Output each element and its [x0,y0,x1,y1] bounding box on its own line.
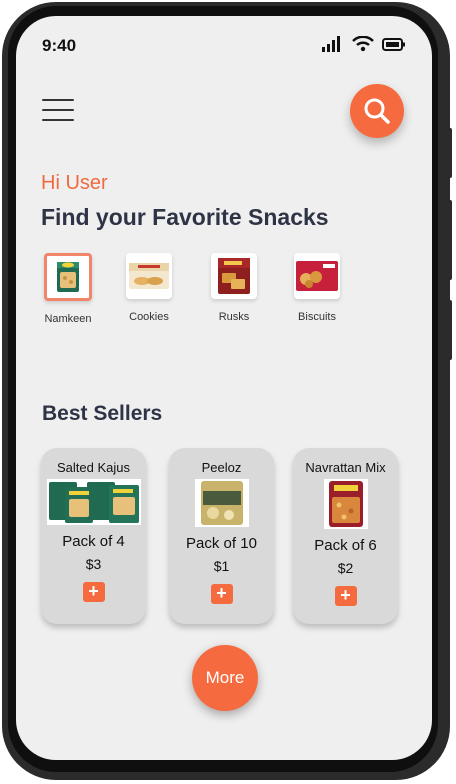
search-button[interactable] [350,84,404,138]
category-cookies[interactable]: Cookies [114,253,184,323]
greeting-text: Hi User [41,172,108,194]
category-label: Rusks [218,311,250,323]
product-price: $1 [213,558,230,574]
rusks-thumbnail [211,253,257,299]
product-name: Peeloz [201,460,242,475]
navrattan-mix-image [293,479,398,529]
namkeen-thumbnail [44,253,92,301]
product-card[interactable]: Navrattan Mix Pack of 6 $2 + [293,448,398,624]
side-button [448,128,452,178]
add-to-cart-button[interactable]: + [82,582,105,602]
category-label: Cookies [129,311,169,323]
product-name: Salted Kajus [57,460,130,475]
salted-kajus-image [41,479,146,525]
product-pack: Pack of 6 [314,537,377,554]
search-icon [364,98,390,124]
peeloz-image [169,479,274,527]
menu-icon[interactable] [42,99,74,121]
status-icons [322,36,406,52]
category-biscuits[interactable]: Biscuits [282,253,352,323]
page-headline: Find your Favorite Snacks [41,204,329,230]
wifi-icon [352,36,374,52]
more-button[interactable]: More [192,645,258,711]
battery-icon [382,37,405,51]
product-pack: Pack of 10 [186,535,257,552]
app-screen: 9:40 Hi User Find your Favorite Snacks N… [16,16,432,760]
status-time: 9:40 [42,36,77,55]
side-button [448,300,452,360]
product-card[interactable]: Peeloz Pack of 10 $1 + [169,448,274,624]
category-rusks[interactable]: Rusks [199,253,269,323]
product-card[interactable]: Salted Kajus Pack of 4 $3 + [41,448,146,624]
product-name: Navrattan Mix [305,460,386,475]
biscuits-thumbnail [294,253,340,299]
category-label: Namkeen [44,313,92,325]
product-price: $3 [85,556,102,572]
category-label: Biscuits [298,311,336,323]
side-button [448,200,452,280]
add-to-cart-button[interactable]: + [210,584,233,604]
product-pack: Pack of 4 [62,533,125,550]
cookies-thumbnail [126,253,172,299]
signal-icon [322,36,340,52]
product-price: $2 [337,560,354,576]
add-to-cart-button[interactable]: + [334,586,357,606]
category-namkeen[interactable]: Namkeen [33,253,103,325]
best-sellers-title: Best Sellers [42,402,163,425]
